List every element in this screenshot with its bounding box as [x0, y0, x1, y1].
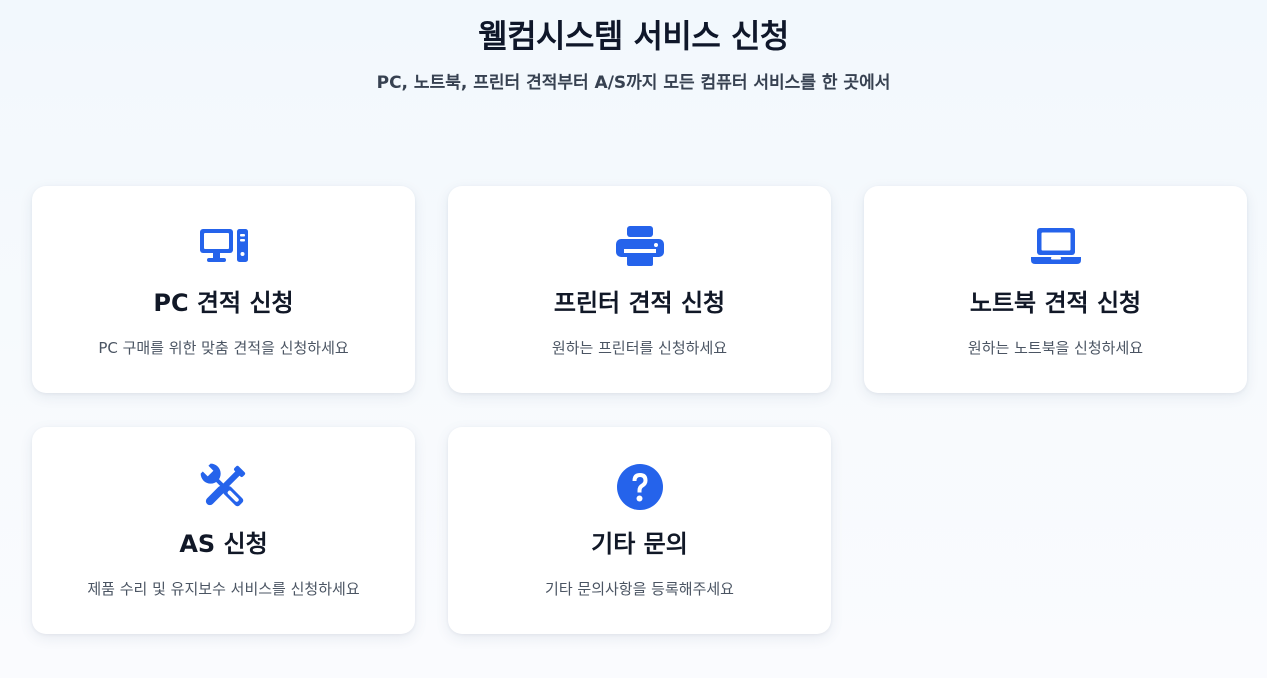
printer-icon [612, 218, 668, 274]
card-description: PC 구매를 위한 맞춤 견적을 신청하세요 [98, 339, 349, 357]
laptop-icon [1028, 218, 1084, 274]
card-description: 제품 수리 및 유지보수 서비스를 신청하세요 [87, 580, 360, 598]
card-title: 기타 문의 [591, 530, 688, 558]
tools-icon [196, 459, 252, 515]
notebook-quote-card[interactable]: 노트북 견적 신청 원하는 노트북을 신청하세요 [864, 186, 1247, 393]
card-description: 원하는 노트북을 신청하세요 [967, 339, 1144, 357]
card-title: AS 신청 [179, 530, 268, 558]
as-request-card[interactable]: AS 신청 제품 수리 및 유지보수 서비스를 신청하세요 [32, 427, 415, 634]
pc-quote-card[interactable]: PC 견적 신청 PC 구매를 위한 맞춤 견적을 신청하세요 [32, 186, 415, 393]
page-subtitle: PC, 노트북, 프린터 견적부터 A/S까지 모든 컴퓨터 서비스를 한 곳에… [376, 73, 891, 93]
desktop-computer-icon [196, 218, 252, 274]
card-description: 원하는 프린터를 신청하세요 [551, 339, 728, 357]
card-description: 기타 문의사항을 등록해주세요 [545, 580, 734, 598]
other-inquiry-card[interactable]: 기타 문의 기타 문의사항을 등록해주세요 [448, 427, 831, 634]
question-circle-icon [612, 459, 668, 515]
card-title: 프린터 견적 신청 [553, 289, 726, 317]
printer-quote-card[interactable]: 프린터 견적 신청 원하는 프린터를 신청하세요 [448, 186, 831, 393]
card-title: PC 견적 신청 [153, 289, 294, 317]
page-title: 웰컴시스템 서비스 신청 [478, 17, 789, 55]
card-title: 노트북 견적 신청 [969, 289, 1142, 317]
